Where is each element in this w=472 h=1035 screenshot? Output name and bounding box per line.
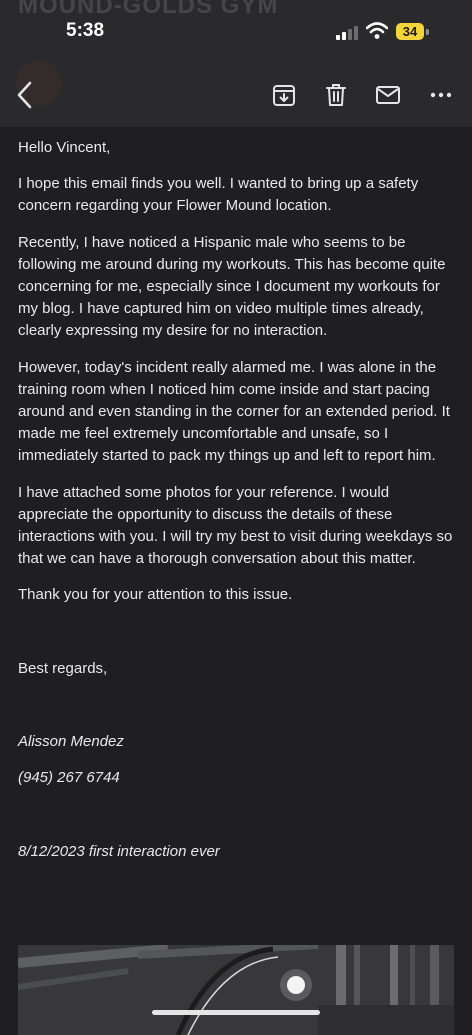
attached-photo[interactable] [18, 945, 454, 1035]
email-paragraph: However, today's incident really alarmed… [18, 358, 450, 465]
mail-icon[interactable] [375, 82, 401, 108]
more-icon[interactable] [428, 82, 454, 108]
email-body: Hello Vincent, I hope this email finds y… [18, 127, 458, 863]
status-bar: 5:38 34 [0, 0, 472, 60]
photo-caption: 8/12/2023 first interaction ever [18, 843, 220, 861]
email-greeting: Hello Vincent, [18, 139, 111, 156]
signature-name: Alisson Mendez [18, 732, 124, 750]
chevron-left-icon[interactable] [12, 80, 38, 110]
email-closing: Best regards, [18, 659, 108, 677]
battery-nub [426, 29, 429, 35]
signal-icon [336, 26, 358, 40]
email-header: MOUND-GOLDS GYM 5:38 34 [0, 0, 472, 127]
home-indicator[interactable] [152, 1010, 320, 1015]
archive-icon[interactable] [271, 82, 297, 108]
trash-icon[interactable] [323, 82, 349, 108]
email-paragraph: I have attached some photos for your ref… [18, 483, 453, 568]
battery-indicator: 34 [396, 23, 424, 40]
email-thanks: Thank you for your attention to this iss… [18, 586, 293, 604]
wifi-icon [366, 22, 388, 39]
signature-phone[interactable]: (945) 267 6744 [18, 767, 458, 789]
gym-photo-image [18, 945, 454, 1035]
email-paragraph: I hope this email finds you well. I want… [18, 175, 419, 215]
email-paragraph: Recently, I have noticed a Hispanic male… [18, 233, 446, 340]
status-time: 5:38 [66, 20, 105, 41]
